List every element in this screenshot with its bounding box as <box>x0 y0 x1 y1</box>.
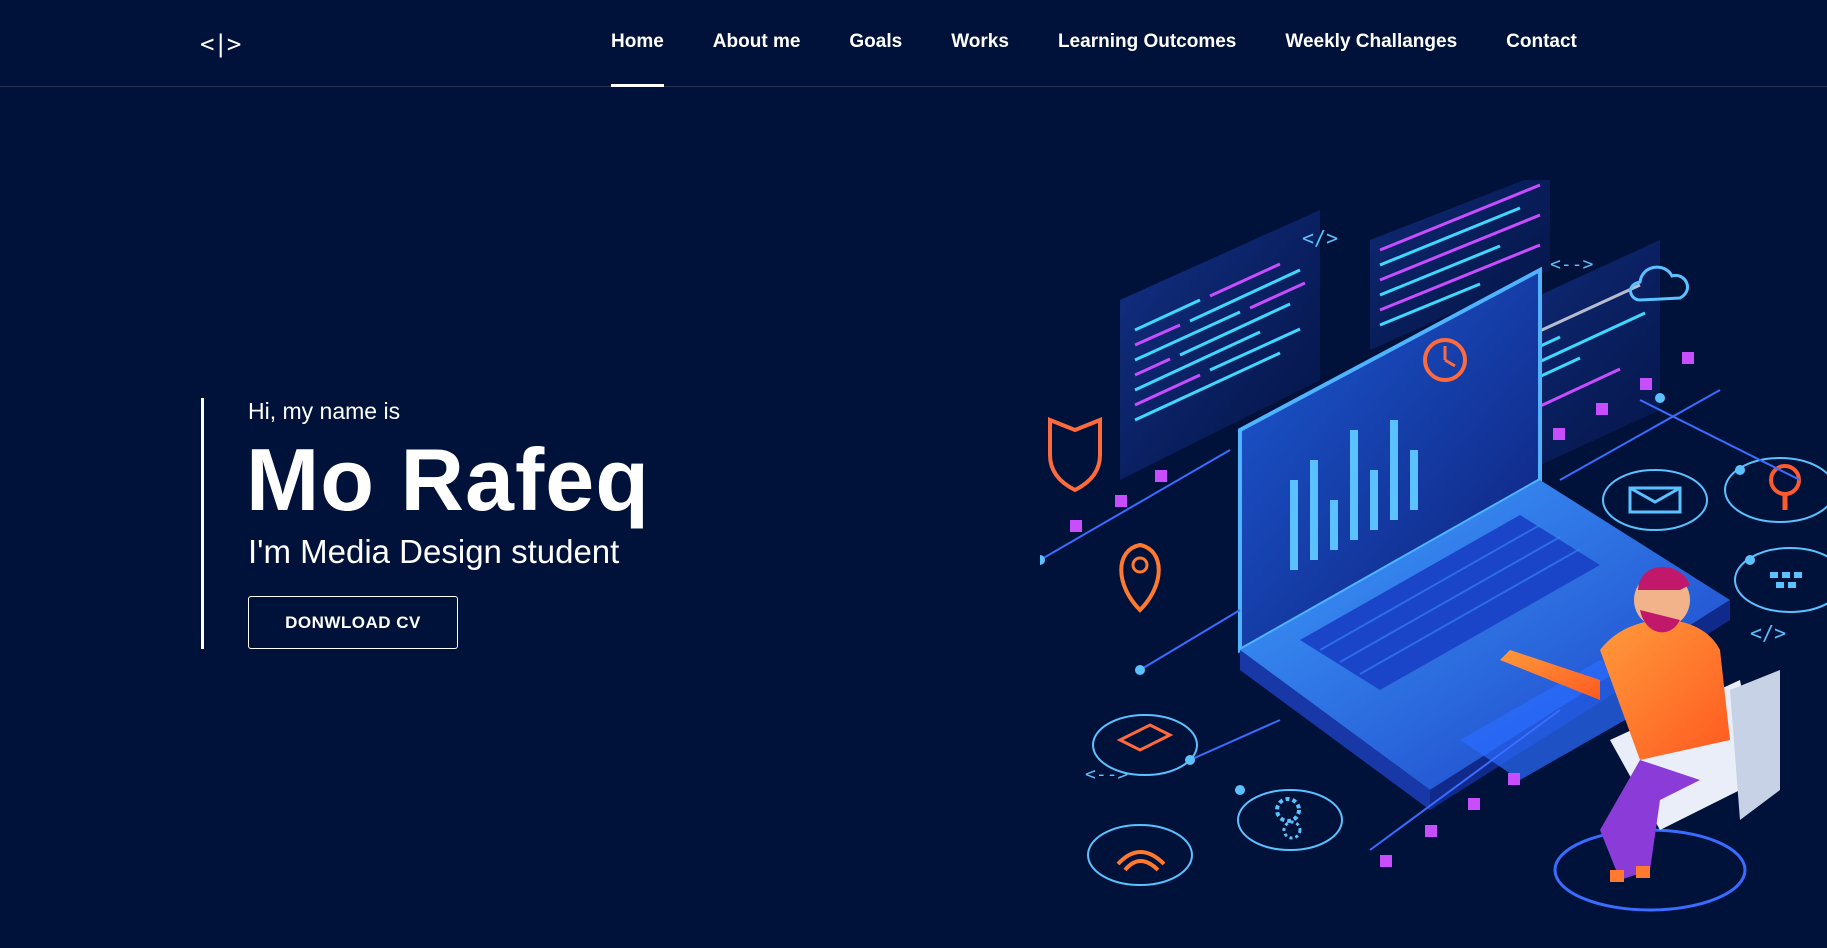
hero-greeting: Hi, my name is <box>248 398 401 424</box>
download-cv-button[interactable]: DONWLOAD CV <box>248 596 458 649</box>
code-tag-1: </> <box>1302 226 1338 250</box>
navbar: <|> Home About me Goals Works Learning O… <box>0 0 1827 87</box>
nav-about-me[interactable]: About me <box>713 0 801 87</box>
nav-home[interactable]: Home <box>611 0 664 87</box>
nav-goals[interactable]: Goals <box>849 0 902 87</box>
nav-contact[interactable]: Contact <box>1506 0 1577 87</box>
hero-name: Mo Rafeq <box>246 430 650 529</box>
code-tag-4: <--> <box>1085 764 1129 785</box>
shield-icon <box>1048 417 1102 493</box>
nav-learning-outcomes[interactable]: Learning Outcomes <box>1058 0 1236 87</box>
hero-accent-bar <box>201 398 204 649</box>
hero-role: I'm Media Design student <box>248 533 620 570</box>
hero-illustration: </> <--> </> <--> <box>1040 180 1827 912</box>
nav-works[interactable]: Works <box>951 0 1009 87</box>
mail-icon <box>1602 469 1708 531</box>
code-tag-3: </> <box>1750 621 1786 645</box>
nav-weekly-challanges[interactable]: Weekly Challanges <box>1285 0 1457 87</box>
logo[interactable]: <|> <box>200 30 241 58</box>
location-pin-icon <box>1119 542 1161 613</box>
code-tag-2: <--> <box>1550 254 1594 275</box>
settings-icon <box>1237 789 1343 851</box>
main-nav: Home About me Goals Works Learning Outco… <box>611 0 1577 87</box>
wifi-icon <box>1087 824 1193 886</box>
